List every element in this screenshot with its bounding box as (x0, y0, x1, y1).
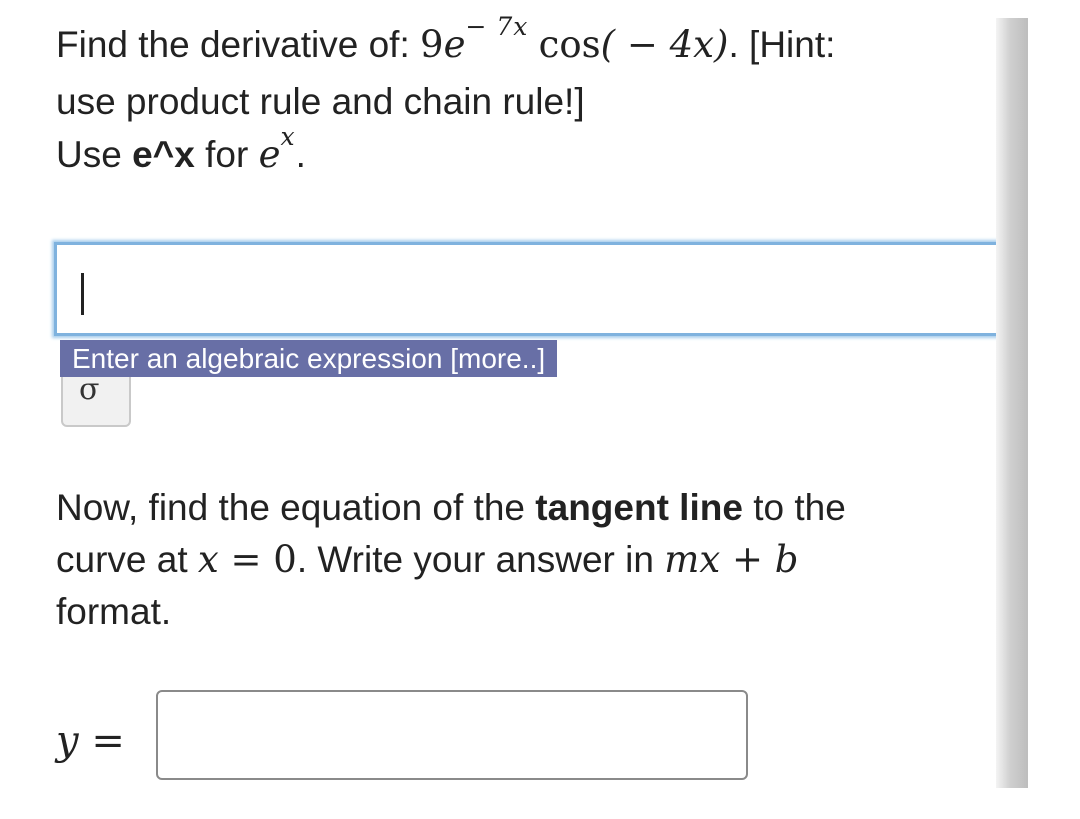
input-help-tooltip[interactable]: Enter an algebraic expression [more..] (60, 340, 558, 377)
math-exponent: − 7x (465, 12, 529, 41)
math-equals-zero: = 0 (218, 538, 297, 581)
math-e-exponent: x (280, 122, 296, 151)
input-instruction: Use e^x for ex. (56, 122, 996, 185)
question-lead: Find the derivative of: (56, 24, 421, 65)
question2-part2: to the (742, 487, 846, 528)
instruction-mid: for (194, 134, 259, 175)
tangent-answer-input[interactable] (156, 690, 748, 780)
sigma-icon: σ (79, 372, 100, 407)
math-x: x (197, 538, 219, 581)
tangent-answer-label: y = (56, 718, 125, 764)
tangent-line-emphasis: tangent line (535, 487, 743, 528)
instruction-end: . (295, 134, 306, 175)
math-cos: cos (538, 23, 601, 66)
question-tangent-line: Now, find the equation of the tangent li… (56, 482, 1016, 638)
scrollbar[interactable] (996, 18, 1028, 788)
math-b: b (774, 538, 799, 581)
math-y: y (56, 718, 79, 764)
question-period: . (728, 24, 750, 65)
math-plus: + (720, 538, 775, 581)
math-equals: = (78, 718, 125, 764)
derivative-answer-input[interactable] (54, 242, 1044, 336)
question-line-1: Find the derivative of: 9e− 7x cos( − 4x… (56, 12, 996, 75)
question2-line-1: Now, find the equation of the tangent li… (56, 482, 1016, 534)
question2-line-2: curve at x = 0. Write your answer in mx … (56, 534, 1016, 586)
question2-part1: Now, find the equation of the (56, 487, 536, 528)
instruction-prefix: Use (56, 134, 133, 175)
instruction-syntax: e^x (132, 134, 195, 175)
question-derivative: Find the derivative of: 9e− 7x cos( − 4x… (56, 12, 996, 185)
page-edge (1028, 0, 1080, 819)
math-base-e: e (443, 23, 466, 66)
math-cos-argument: ( − 4x) (600, 23, 729, 66)
hint-start: [Hint: (749, 24, 836, 65)
hint-text: use product rule and chain rule!] (56, 81, 585, 122)
question2-part5: format. (56, 591, 172, 632)
question2-part3: curve at (56, 539, 198, 580)
math-mx: mx (664, 538, 721, 581)
math-e: e (258, 133, 281, 176)
question2-part4: . Write your answer in (296, 539, 665, 580)
text-caret (81, 273, 84, 315)
math-coefficient: 9 (420, 23, 444, 66)
